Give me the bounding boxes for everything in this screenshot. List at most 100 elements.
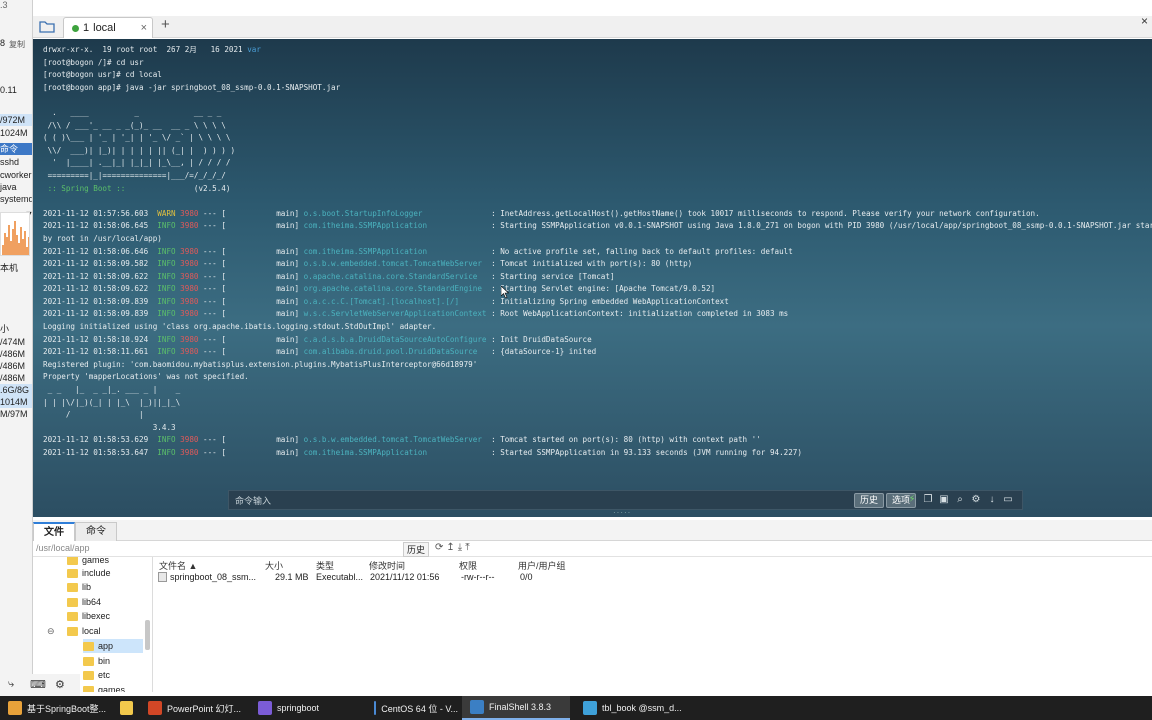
column-header-size[interactable]: 大小 bbox=[265, 559, 283, 572]
column-header-modified[interactable]: 修改时间 bbox=[369, 559, 405, 572]
tree-item-label: lib64 bbox=[82, 597, 102, 607]
terminal-line: Property 'mapperLocations' was not speci… bbox=[43, 371, 1148, 384]
monitor-row: cworker bbox=[0, 170, 32, 180]
collapse-icon[interactable]: ⊖ bbox=[47, 624, 55, 638]
command-input-bar[interactable]: 命令输入 历史 选项 ⚡ ❐ ▣ ⌕ ⚙ ↓ ▭ bbox=[228, 490, 1023, 510]
terminal-text: --- [ main] bbox=[198, 271, 304, 281]
terminal-line: \\/ ___)| |_)| | | | | || (_| | ) ) ) ) bbox=[43, 145, 1148, 158]
column-header-owner[interactable]: 用户/用户组 bbox=[518, 559, 566, 572]
tree-item-lib64[interactable]: lib64 bbox=[67, 595, 143, 609]
app-icon bbox=[148, 701, 162, 715]
tab-commands[interactable]: 命令 bbox=[75, 522, 117, 541]
command-input[interactable]: 命令输入 bbox=[235, 494, 271, 507]
terminal-text: com.itheima.SSMPApplication bbox=[303, 246, 487, 256]
terminal-text: --- [ main] bbox=[198, 347, 304, 357]
terminal-text: : {dataSource-1} inited bbox=[486, 347, 597, 357]
column-header-name[interactable]: 文件名 ▲ bbox=[159, 559, 197, 572]
add-tab-button[interactable]: + bbox=[161, 16, 170, 33]
terminal-text: \\/ ___)| |_)| | | | | || (_| | ) ) ) ) bbox=[43, 145, 236, 155]
terminal-line: [root@bogon usr]# cd local bbox=[43, 69, 1148, 82]
terminal-line: /\\ / ___'_ __ _ _(_)_ __ __ _ \ \ \ \ bbox=[43, 120, 1148, 133]
keyboard-icon[interactable]: ⌨ bbox=[30, 678, 46, 691]
column-header-type[interactable]: 类型 bbox=[316, 559, 334, 572]
terminal-line: 2021-11-12 01:58:09.622 INFO 3980 --- [ … bbox=[43, 271, 1148, 284]
desktop-screen: .3 复制 8 0.11/972M 1024M 命令 sshd cworker java sy… bbox=[0, 0, 1152, 720]
terminal-text: 3980 bbox=[180, 435, 199, 445]
lightning-icon[interactable]: ⚡ bbox=[906, 494, 918, 506]
terminal-text: 2021-11-12 01:58:53.629 bbox=[43, 435, 158, 445]
tree-item-app[interactable]: app bbox=[83, 639, 143, 653]
taskbar-item[interactable]: 基于SpringBoot整... bbox=[0, 696, 108, 720]
tab-local[interactable]: 1 local × bbox=[63, 17, 153, 38]
column-header-permissions[interactable]: 权限 bbox=[459, 559, 477, 572]
tree-item-bin[interactable]: bin bbox=[83, 654, 143, 668]
tree-item-games[interactable]: games bbox=[83, 683, 143, 692]
copy-icon[interactable]: ❐ bbox=[922, 494, 934, 506]
link-icon[interactable]: ⤷ bbox=[8, 678, 14, 691]
taskbar-item[interactable]: CentOS 64 位 - V... bbox=[366, 696, 458, 720]
maximize-icon[interactable]: ▭ bbox=[1002, 494, 1014, 506]
taskbar-label: tbl_book @ssm_d... bbox=[602, 703, 682, 713]
taskbar-item[interactable]: PowerPoint 幻灯... bbox=[140, 696, 246, 720]
download-icon[interactable]: ⤓ bbox=[458, 542, 462, 553]
terminal-line: 2021-11-12 01:58:06.646 INFO 3980 --- [ … bbox=[43, 246, 1148, 259]
refresh-icon[interactable]: ⟳ bbox=[435, 542, 443, 553]
terminal-text: [root@bogon app]# java -jar springboot_0… bbox=[43, 82, 341, 92]
taskbar-item[interactable]: tbl_book @ssm_d... bbox=[575, 696, 687, 720]
folder-icon bbox=[67, 597, 78, 607]
monitor-row: M/97M bbox=[0, 409, 28, 419]
taskbar-label: CentOS 64 位 - V... bbox=[381, 703, 458, 714]
gear-icon[interactable]: ⚙ bbox=[55, 678, 65, 691]
monitor-row: 本机 bbox=[0, 263, 19, 273]
monitor-row: 命令 bbox=[0, 143, 32, 155]
splitter-handle[interactable]: ····· bbox=[613, 508, 631, 517]
upload-icon[interactable]: ⤒ bbox=[465, 542, 469, 553]
path-input[interactable]: /usr/local/app bbox=[36, 543, 90, 553]
history-button[interactable]: 历史 bbox=[854, 493, 885, 508]
paste-icon[interactable]: ▣ bbox=[938, 494, 950, 506]
path-toolbar: ⟳ ↥ ⤓ ⤒ bbox=[435, 542, 470, 553]
download-icon[interactable]: ↓ bbox=[986, 494, 998, 506]
terminal-text: INFO bbox=[157, 271, 176, 281]
terminal-output: drwxr-xr-x. 19 root root 267 2月 16 2021 … bbox=[43, 44, 1152, 460]
version-fragment: .3 bbox=[0, 0, 8, 10]
terminal-text: (v2.5.4) bbox=[129, 183, 231, 193]
window-close-icon[interactable]: × bbox=[1141, 14, 1148, 28]
tree-item-include[interactable]: include bbox=[67, 566, 143, 580]
tree-scrollbar[interactable] bbox=[145, 620, 150, 650]
tree-item-label: app bbox=[98, 641, 114, 651]
go-up-icon[interactable]: ↥ bbox=[446, 542, 454, 553]
tree-item-etc[interactable]: etc bbox=[83, 668, 143, 682]
terminal-text: --- [ main] bbox=[198, 334, 304, 344]
terminal-text: : Tomcat started on port(s): 80 (http) w… bbox=[486, 435, 761, 445]
terminal-text: 3980 bbox=[180, 296, 199, 306]
tab-number: 1 bbox=[83, 22, 90, 34]
terminal-text: : Initializing Spring embedded WebApplic… bbox=[486, 296, 729, 306]
taskbar-item[interactable]: springboot bbox=[250, 696, 362, 720]
terminal-text: 2021-11-12 01:58:53.647 bbox=[43, 448, 158, 457]
terminal-view[interactable]: drwxr-xr-x. 19 root root 267 2月 16 2021 … bbox=[33, 39, 1152, 517]
terminal-text: Registered plugin: 'com.baomidou.mybatis… bbox=[43, 359, 478, 369]
tree-item-local[interactable]: ⊖ local bbox=[47, 624, 143, 638]
terminal-line: . ____ _ __ _ _ bbox=[43, 107, 1148, 120]
terminal-text: 2021-11-12 01:58:09.622 bbox=[43, 284, 158, 294]
tab-close-icon[interactable]: × bbox=[141, 22, 147, 34]
terminal-line: 2021-11-12 01:58:11.661 INFO 3980 --- [ … bbox=[43, 346, 1148, 359]
file-row[interactable]: springboot_08_ssm... 29.1 MB Executabl..… bbox=[154, 572, 1152, 585]
taskbar-item[interactable] bbox=[112, 696, 138, 720]
terminal-text: . ____ _ __ _ _ bbox=[43, 107, 222, 117]
folder-icon[interactable] bbox=[39, 19, 55, 33]
taskbar-item[interactable]: FinalShell 3.8.3 bbox=[462, 696, 570, 720]
tree-item-libexec[interactable]: libexec bbox=[67, 609, 143, 623]
file-owner: 0/0 bbox=[520, 572, 533, 582]
terminal-line: :: Spring Boot :: (v2.5.4) bbox=[43, 183, 1148, 196]
terminal-text: 2021-11-12 01:58:09.839 bbox=[43, 309, 158, 319]
gear-icon[interactable]: ⚙ bbox=[970, 494, 982, 506]
path-history-button[interactable]: 历史 bbox=[403, 542, 430, 557]
terminal-text: --- [ main] bbox=[198, 246, 304, 256]
search-icon[interactable]: ⌕ bbox=[954, 494, 966, 506]
tab-files[interactable]: 文件 bbox=[33, 522, 75, 541]
monitor-row: 1024M bbox=[0, 128, 28, 138]
terminal-text: 3.4.3 bbox=[43, 422, 176, 432]
tree-item-lib[interactable]: lib bbox=[67, 580, 143, 594]
